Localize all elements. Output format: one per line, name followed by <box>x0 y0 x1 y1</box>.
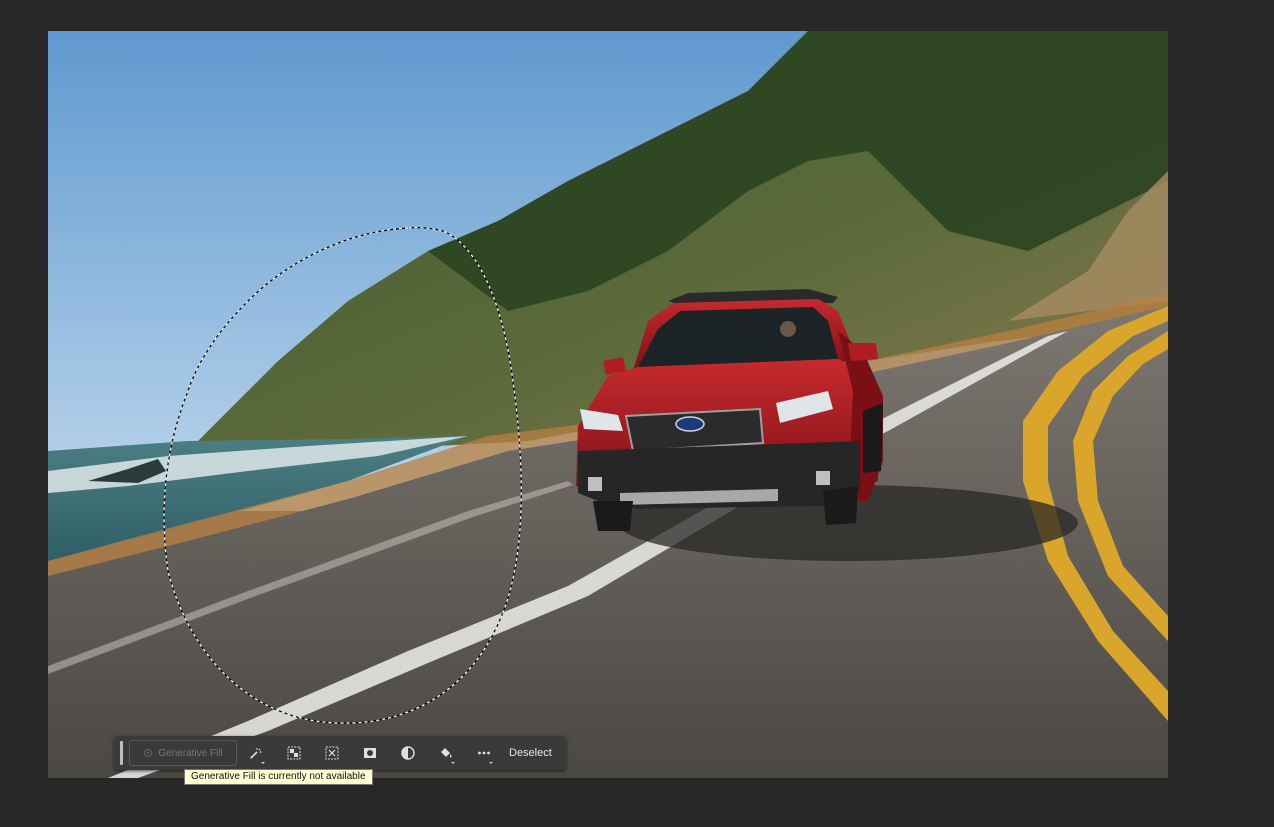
photoshop-workspace: Generative Fill Deselect Generative Fill… <box>0 0 1274 827</box>
create-mask-button[interactable] <box>351 738 389 768</box>
modify-selection-button[interactable] <box>237 738 275 768</box>
document-canvas[interactable] <box>48 31 1168 778</box>
more-options-button[interactable] <box>465 738 503 768</box>
generative-fill-tooltip: Generative Fill is currently not availab… <box>184 769 373 785</box>
generative-fill-icon <box>144 749 153 757</box>
modify-selection-icon <box>250 748 262 759</box>
select-subject-icon <box>287 746 301 760</box>
fill-selection-button[interactable] <box>427 738 465 768</box>
fill-menu-caret <box>451 762 455 764</box>
modify-selection-menu-caret <box>261 762 265 764</box>
more-options-icon <box>478 751 490 755</box>
taskbar-drag-handle[interactable] <box>120 741 123 765</box>
adjustment-layer-button[interactable] <box>389 738 427 768</box>
fill-bucket-icon <box>441 748 452 758</box>
deselect-button[interactable]: Deselect <box>509 747 552 759</box>
more-options-menu-caret <box>489 762 493 764</box>
photo-red-suv-coastal-road <box>48 31 1168 778</box>
create-mask-icon <box>364 748 376 758</box>
select-subject-button[interactable] <box>275 738 313 768</box>
select-background-icon <box>325 746 339 760</box>
generative-fill-label: Generative Fill <box>158 747 223 759</box>
adjustment-layer-icon <box>401 746 415 760</box>
contextual-task-bar: Generative Fill Deselect <box>114 736 566 770</box>
generative-fill-button[interactable]: Generative Fill <box>129 740 237 766</box>
select-background-button[interactable] <box>313 738 351 768</box>
